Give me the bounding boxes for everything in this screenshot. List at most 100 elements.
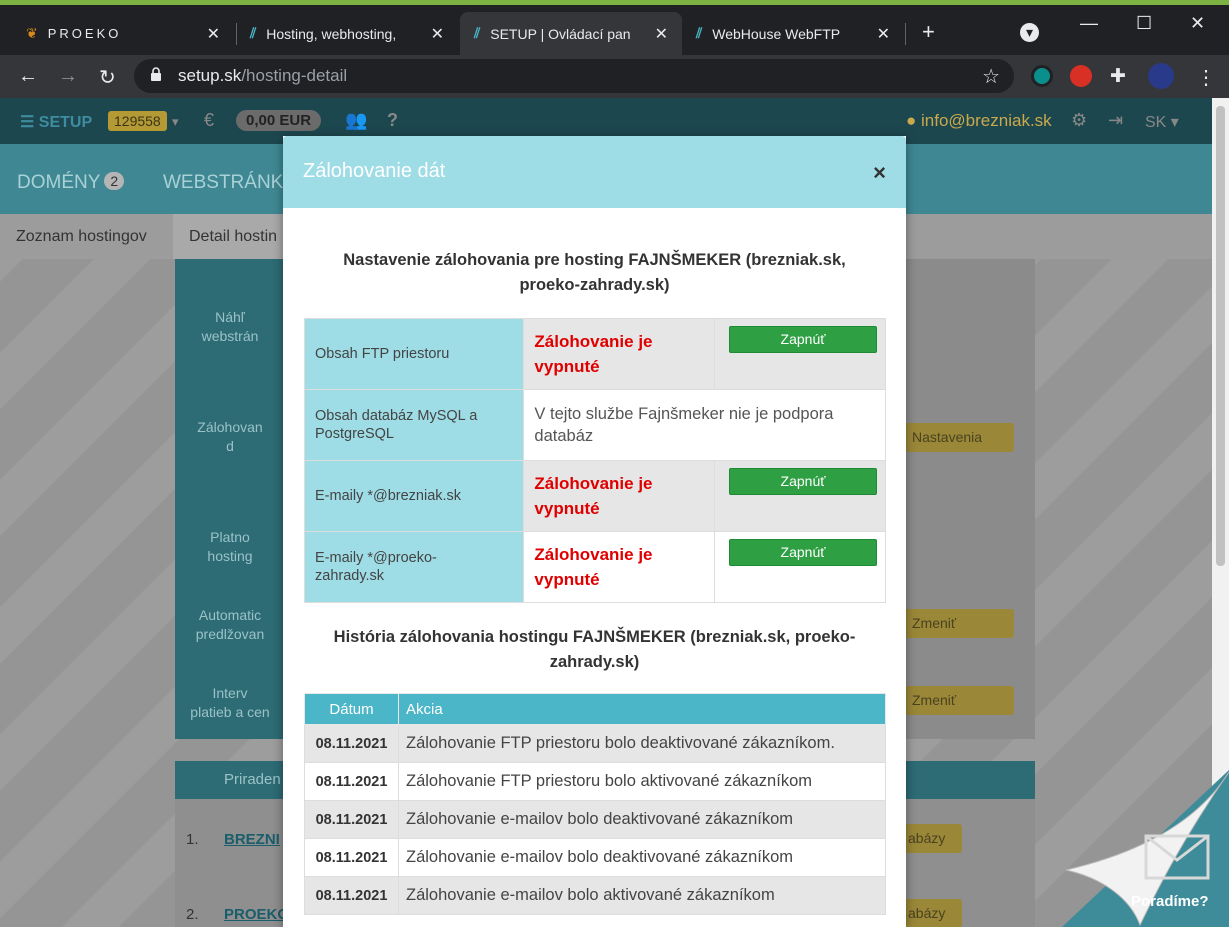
browser-tab-webftp[interactable]: ⫽ WebHouse WebFTP ✕ (682, 12, 904, 55)
settings-row-databases: Obsah databáz MySQL a PostgreSQL V tejto … (303, 389, 886, 461)
help-question-icon[interactable]: ? (387, 110, 398, 131)
maximize-icon[interactable]: ☐ (1136, 13, 1152, 34)
backup-status: Zálohovanie je vypnuté (523, 460, 716, 532)
close-icon[interactable]: ✕ (877, 24, 890, 44)
close-icon[interactable]: ✕ (431, 24, 444, 44)
tab-hosting-list[interactable]: Zoznam hostingov (0, 214, 163, 259)
setting-action-cell: Zapnúť (714, 460, 886, 532)
history-date: 08.11.2021 (304, 800, 399, 839)
backup-settings-table: Obsah FTP priestoru Zálohovanie je vypnut… (303, 318, 886, 603)
history-date: 08.11.2021 (304, 876, 399, 915)
forward-arrow-icon[interactable]: → (58, 65, 78, 88)
url-host: setup.sk (178, 66, 242, 85)
row-label-backup: Zálohovan d (197, 419, 263, 454)
tab-title: Hosting, webhosting, (266, 25, 397, 42)
close-icon[interactable]: × (873, 160, 886, 186)
domain-link[interactable]: PROEKO (224, 906, 289, 923)
language-select[interactable]: SK ▾ (1145, 112, 1179, 132)
history-date: 08.11.2021 (304, 724, 399, 763)
change-button[interactable]: Zmeniť (900, 609, 1014, 638)
tab-hosting-detail[interactable]: Detail hostin (173, 214, 294, 259)
extension-teal-icon[interactable] (1031, 65, 1053, 87)
window-close-icon[interactable]: ✕ (1190, 13, 1205, 34)
user-email[interactable]: ● info@brezniak.sk (906, 111, 1052, 131)
browser-tab-bar: ❦ PROEKO ✕ ⫽ Hosting, webhosting, ✕ ⫽ SE… (0, 5, 1229, 55)
scrollbar-thumb[interactable] (1216, 106, 1225, 566)
backup-status: Zálohovanie je vypnuté (523, 318, 716, 390)
history-action: Zálohovanie FTP priestoru bolo deaktivov… (398, 724, 886, 763)
table-row: 08.11.2021 Zálohovanie e-mailov bolo dea… (304, 800, 886, 839)
setting-label: E-maily *@brezniak.sk (303, 460, 525, 532)
databases-button[interactable]: abázy (900, 899, 962, 927)
setting-label: Obsah databáz MySQL a PostgreSQL (303, 389, 525, 461)
setup-logo[interactable]: ☰ SETUP (20, 112, 92, 132)
tab-title: SETUP | Ovládací pan (490, 25, 631, 42)
tab-title: WebHouse WebFTP (712, 25, 841, 42)
column-header-date: Dátum (304, 693, 399, 725)
change-button[interactable]: Zmeniť (900, 686, 1014, 715)
setting-label: E-maily *@proeko-zahrady.sk (303, 531, 525, 603)
setting-label: Obsah FTP priestoru (303, 318, 525, 390)
history-action: Zálohovanie e-mailov bolo deaktivované z… (398, 838, 886, 877)
settings-row-email-proeko: E-maily *@proeko-zahrady.sk Zálohovanie … (303, 531, 886, 603)
row-number: 2. (186, 906, 199, 923)
settings-heading: Nastavenie zálohovania pre hosting FAJNŠ… (343, 251, 846, 294)
minimize-icon[interactable]: — (1080, 13, 1098, 34)
close-icon[interactable]: ✕ (655, 24, 668, 44)
address-bar[interactable]: setup.sk/hosting-detail ☆ (134, 59, 1014, 93)
balance-badge[interactable]: 0,00 EUR (236, 110, 322, 131)
domain-link[interactable]: BREZNI (224, 831, 280, 848)
backup-status: Zálohovanie je vypnuté (523, 531, 716, 603)
close-icon[interactable]: ✕ (207, 24, 220, 44)
chevron-down-icon[interactable]: ▾ (172, 114, 179, 130)
settings-button[interactable]: Nastavenia (900, 423, 1014, 452)
history-header-row: Dátum Akcia (304, 693, 886, 725)
browser-tab-hosting[interactable]: ⫽ Hosting, webhosting, ✕ (236, 12, 458, 55)
nav-websites[interactable]: WEBSTRÁNKY (163, 172, 296, 194)
bookmark-star-icon[interactable]: ☆ (982, 64, 1000, 89)
table-row: 08.11.2021 Zálohovanie FTP priestoru bol… (304, 762, 886, 801)
profile-avatar[interactable] (1148, 63, 1174, 89)
row-label-preview: Náhľ webstrán (201, 309, 259, 344)
history-action: Zálohovanie FTP priestoru bolo aktivovan… (398, 762, 886, 801)
browser-tab-setup[interactable]: ⫽ SETUP | Ovládací pan ✕ (460, 12, 682, 55)
logout-icon[interactable]: ⇥ (1108, 110, 1123, 131)
databases-button[interactable]: abázy (900, 824, 962, 853)
settings-row-email-brezniak: E-maily *@brezniak.sk Zálohovanie je vypn… (303, 460, 886, 532)
tab-search-chevron-icon[interactable]: ▾ (1020, 23, 1039, 42)
row-label-interval: Interv platieb a cen (190, 685, 270, 720)
backup-history-table: Dátum Akcia 08.11.2021 Zálohovanie FTP p… (304, 693, 886, 915)
users-icon[interactable]: 👥 (345, 110, 367, 131)
modal-title: Zálohovanie dát (303, 160, 446, 182)
history-heading: História zálohovania hostingu FAJNŠMEKER… (333, 628, 856, 671)
new-tab-plus-icon[interactable]: + (922, 19, 935, 45)
row-label-validity: Platno hosting (207, 529, 253, 564)
history-date: 08.11.2021 (304, 762, 399, 801)
reload-icon[interactable]: ↻ (99, 65, 116, 90)
table-row: 08.11.2021 Zálohovanie e-mailov bolo dea… (304, 838, 886, 877)
table-row: 08.11.2021 Zálohovanie e-mailov bolo akt… (304, 876, 886, 915)
help-corner-label[interactable]: Poradíme? (1131, 893, 1209, 910)
browser-tab-proeko[interactable]: ❦ PROEKO ✕ (12, 12, 234, 55)
settings-row-ftp: Obsah FTP priestoru Zálohovanie je vypnut… (303, 318, 886, 390)
gear-icon[interactable]: ⚙ (1071, 110, 1087, 131)
tab-title: PROEKO (47, 26, 122, 41)
account-id-badge[interactable]: 129558 (108, 111, 167, 131)
enable-ftp-backup-button[interactable]: Zapnúť (729, 326, 878, 353)
user-icon: ● (906, 111, 917, 130)
euro-icon[interactable]: € (204, 110, 214, 131)
back-arrow-icon[interactable]: ← (18, 65, 38, 88)
setting-action-cell: Zapnúť (714, 318, 886, 390)
extensions-puzzle-icon[interactable]: ✚ (1110, 65, 1126, 88)
history-date: 08.11.2021 (304, 838, 399, 877)
webhouse-favicon-icon: ⫽ (474, 25, 481, 41)
nav-domains[interactable]: DOMÉNY 2 (17, 172, 125, 194)
enable-email-backup-button[interactable]: Zapnúť (729, 468, 878, 495)
table-row: 08.11.2021 Zálohovanie FTP priestoru bol… (304, 724, 886, 763)
enable-email-backup-button[interactable]: Zapnúť (729, 539, 878, 566)
menu-kebab-icon[interactable]: ⋮ (1196, 65, 1216, 90)
domains-count-badge: 2 (104, 172, 125, 190)
adblock-hand-icon[interactable] (1070, 65, 1092, 87)
lock-icon (151, 67, 161, 81)
browser-toolbar: ← → ↻ setup.sk/hosting-detail ☆ ✚ ⋮ (0, 55, 1229, 98)
